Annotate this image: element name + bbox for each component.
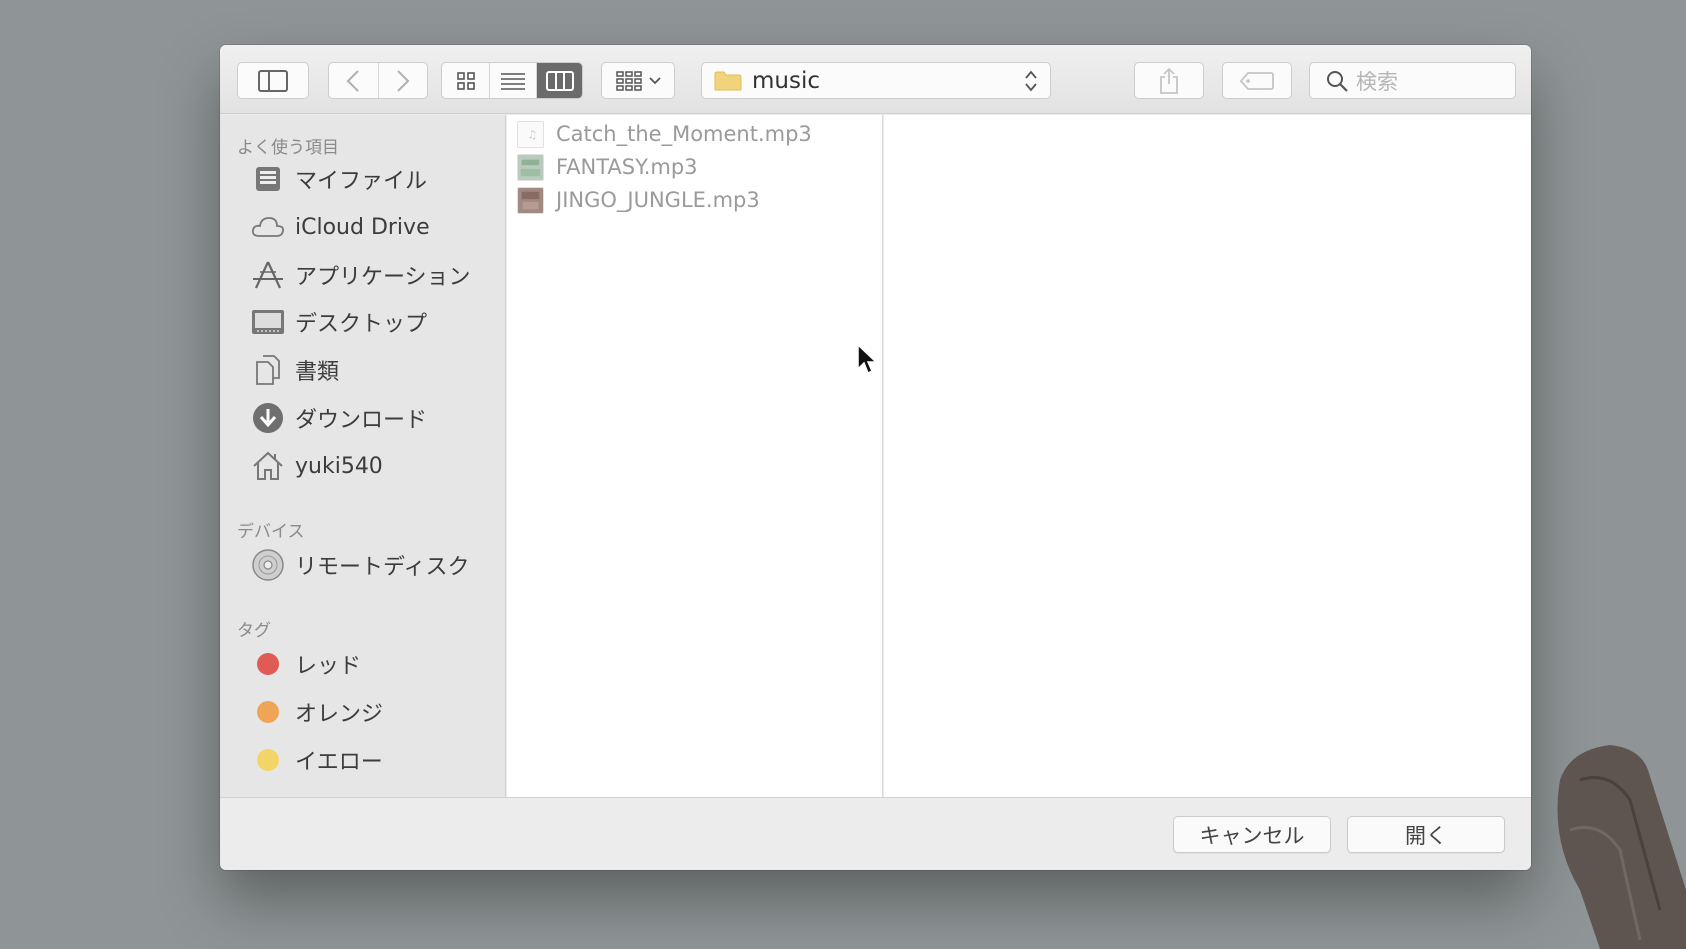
all-files-icon — [250, 161, 286, 197]
sidebar-item-label: レッド — [295, 654, 362, 679]
favorites-header: よく使う項目 — [237, 138, 339, 158]
sidebar-item-label: ダウンロード — [295, 408, 428, 433]
path-folder-label: music — [752, 67, 821, 94]
sidebar-item-label: リモートディスク — [295, 555, 470, 580]
tag-color-dot — [257, 653, 279, 675]
preview-column — [884, 115, 1531, 797]
sidebar-item-label: iCloud Drive — [295, 214, 430, 240]
file-name: Catch_the_Moment.mp3 — [556, 122, 812, 146]
chevron-right-icon — [397, 69, 410, 92]
column-view-icon — [545, 70, 574, 91]
tag-color-dot — [257, 701, 279, 723]
column-view-button[interactable] — [536, 63, 582, 98]
share-button[interactable] — [1134, 62, 1204, 99]
file-column: ♫ Catch_the_Moment.mp3 FANTASY.mp3 JINGO… — [507, 115, 883, 797]
file-row[interactable]: ♫ Catch_the_Moment.mp3 — [517, 118, 812, 150]
chevron-left-icon — [347, 69, 360, 92]
sidebar-item-label: アプリケーション — [295, 265, 471, 290]
sidebar-item-tag-orange[interactable]: オレンジ — [250, 692, 383, 732]
music-file-icon: ♫ — [517, 120, 544, 148]
forward-button[interactable] — [377, 63, 427, 98]
applications-icon — [250, 257, 286, 293]
sidebar-item-label: オレンジ — [295, 702, 384, 727]
toolbar: music 検索 — [220, 45, 1531, 114]
sidebar-item-tag-yellow[interactable]: イエロー — [250, 740, 383, 780]
sidebar-item-all-my-files[interactable]: マイファイル — [250, 159, 427, 199]
search-placeholder: 検索 — [1356, 69, 1398, 94]
cloud-icon — [250, 209, 286, 245]
home-icon — [250, 448, 286, 484]
album-art-brown-icon — [517, 186, 544, 214]
arrange-icon — [615, 70, 642, 91]
icon-view-button[interactable] — [442, 63, 489, 98]
nav-buttons — [328, 62, 428, 99]
documents-icon — [250, 352, 286, 388]
folder-icon — [714, 71, 742, 90]
tag-icon — [1240, 71, 1274, 90]
tags-header: タグ — [237, 621, 271, 641]
arrange-button[interactable] — [601, 62, 675, 99]
cancel-button[interactable]: キャンセル — [1173, 816, 1331, 853]
wooden-figure-icon — [1557, 745, 1686, 949]
tag-color-dot — [257, 749, 279, 771]
file-row[interactable]: FANTASY.mp3 — [517, 151, 698, 183]
file-name: FANTASY.mp3 — [556, 155, 698, 179]
sidebar-item-downloads[interactable]: ダウンロード — [250, 398, 427, 438]
sidebar-icon — [258, 69, 288, 92]
up-down-chevron-icon — [1025, 70, 1037, 92]
sidebar-item-applications[interactable]: アプリケーション — [250, 255, 471, 295]
sidebar-item-remote-disc[interactable]: リモートディスク — [250, 545, 469, 585]
file-name: JINGO_JUNGLE.mp3 — [556, 188, 760, 212]
icon-view-icon — [456, 71, 475, 90]
file-row[interactable]: JINGO_JUNGLE.mp3 — [517, 184, 760, 216]
open-button[interactable]: 開く — [1347, 816, 1505, 853]
sidebar-item-desktop[interactable]: デスクトップ — [250, 302, 427, 342]
sidebar-item-documents[interactable]: 書類 — [250, 350, 339, 390]
list-view-button[interactable] — [489, 63, 536, 98]
search-icon — [1327, 71, 1348, 92]
share-icon — [1160, 67, 1178, 94]
desktop-icon — [250, 304, 286, 340]
dialog-footer: キャンセル 開く — [220, 797, 1531, 870]
album-art-green-icon — [517, 153, 544, 181]
view-mode-control — [441, 62, 583, 99]
sidebar-item-label: マイファイル — [295, 169, 428, 194]
disc-icon — [250, 547, 286, 583]
sidebar: よく使う項目 マイファイル iCloud Drive アプリケーション デスクト… — [220, 115, 506, 797]
svg-text:♫: ♫ — [527, 128, 537, 141]
chevron-down-icon — [648, 76, 661, 84]
sidebar-item-tag-red[interactable]: レッド — [250, 644, 361, 684]
back-button[interactable] — [329, 63, 378, 98]
sidebar-item-label: デスクトップ — [295, 312, 428, 337]
list-view-icon — [501, 72, 525, 90]
downloads-icon — [250, 400, 286, 436]
tag-button[interactable] — [1222, 62, 1292, 99]
search-field[interactable]: 検索 — [1309, 62, 1516, 99]
sidebar-item-icloud-drive[interactable]: iCloud Drive — [250, 207, 430, 247]
sidebar-toggle-button[interactable] — [237, 62, 309, 99]
path-popup[interactable]: music — [701, 62, 1051, 99]
sidebar-item-home[interactable]: yuki540 — [250, 446, 383, 486]
mouse-cursor-icon — [857, 343, 878, 375]
sidebar-item-label: yuki540 — [295, 453, 383, 479]
devices-header: デバイス — [237, 522, 305, 542]
open-file-dialog: music 検索 よく使う項目 マイファイル iCloud Drive アプリケ… — [220, 45, 1531, 870]
sidebar-item-label: 書類 — [295, 360, 340, 385]
sidebar-item-label: イエロー — [295, 750, 383, 775]
